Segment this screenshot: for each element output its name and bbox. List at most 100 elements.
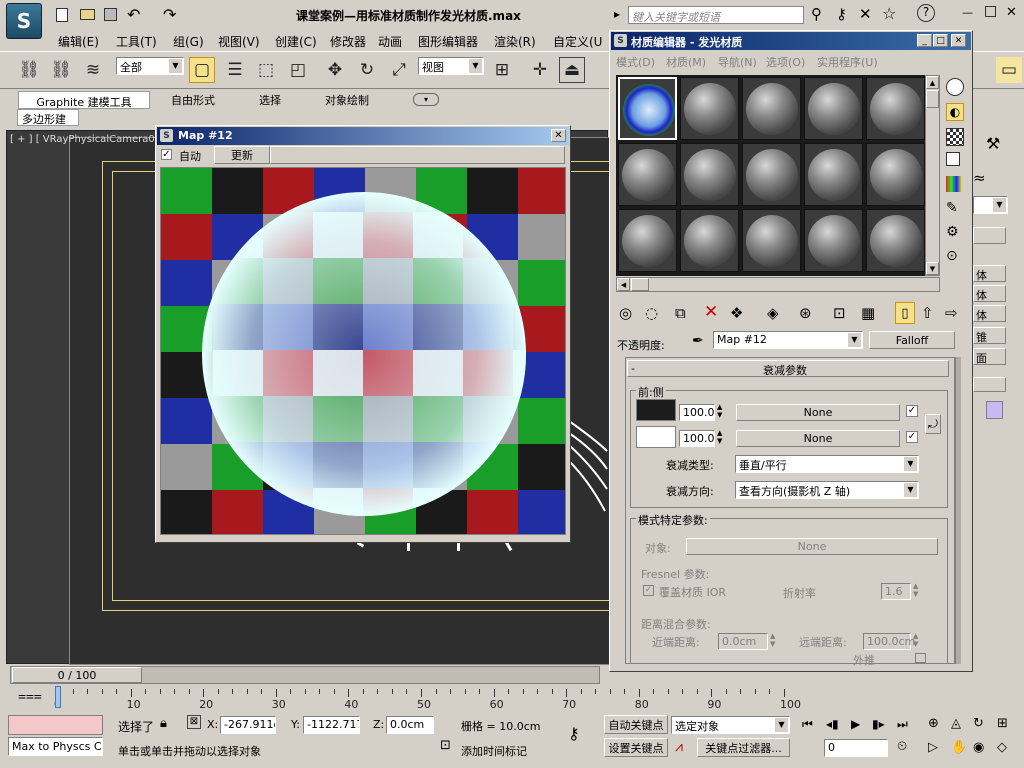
move-icon[interactable]: ✥	[322, 57, 348, 83]
viewport-label[interactable]: [ + ] [ VRayPhysicalCamera01 ]	[10, 134, 168, 145]
minimize-button[interactable]: —	[962, 6, 973, 19]
color-swatch[interactable]	[986, 401, 1003, 419]
rect-selection-icon[interactable]: ⬚	[253, 57, 279, 83]
lock-selection-icon[interactable]: 🔒︎	[160, 716, 167, 731]
front-map-button[interactable]: None	[736, 404, 900, 421]
maximize-viewport-icon[interactable]: ◇	[997, 740, 1007, 755]
cmd-button-1[interactable]: 体	[973, 265, 1006, 282]
falloff-type-dropdown[interactable]: 垂直/平行 ▼	[735, 455, 919, 473]
x-coord-field[interactable]: -267.911cr	[220, 716, 276, 734]
menu-graph-editors[interactable]: 图形编辑器	[418, 33, 478, 50]
put-to-library-icon[interactable]: ⊛	[799, 304, 812, 322]
help-icon[interactable]: ?	[917, 4, 935, 22]
extrapolate-checkbox[interactable]	[915, 653, 926, 663]
sample-slot[interactable]	[804, 77, 863, 140]
mat-menu-material[interactable]: 材质(M)	[666, 54, 706, 70]
falloff-direction-dropdown[interactable]: 查看方向(摄影机 Z 轴) ▼	[735, 481, 919, 499]
scroll-down-icon[interactable]: ▼	[926, 262, 939, 275]
menu-render[interactable]: 渲染(R)	[494, 33, 536, 50]
menu-customize[interactable]: 自定义(U	[553, 33, 602, 50]
select-by-material-icon[interactable]: ⊙	[946, 248, 958, 264]
far-spinner-icon[interactable]: ▲ ▼	[913, 632, 918, 648]
new-file-icon[interactable]	[56, 8, 68, 22]
maximize-button[interactable]: □	[984, 3, 997, 19]
material-id-icon[interactable]: ⊡	[833, 304, 846, 322]
far-distance-field[interactable]: 100.0cm	[863, 633, 915, 650]
zoom-icon[interactable]: ⊕	[928, 716, 939, 731]
front-amount-field[interactable]: 100.0	[679, 404, 715, 421]
cmd-button-blank2[interactable]	[973, 377, 1006, 392]
object-pick-button[interactable]: None	[686, 538, 938, 555]
save-icon[interactable]	[104, 8, 117, 21]
slots-hscrollbar[interactable]: ◀	[616, 277, 940, 292]
z-coord-field[interactable]: 0.0cm	[386, 716, 434, 734]
set-key-button[interactable]: 设置关键点	[604, 738, 668, 757]
app-logo-icon[interactable]: S	[6, 3, 42, 39]
bind-spacewarp-icon[interactable]: ≋	[80, 57, 106, 83]
sample-slot[interactable]	[742, 209, 801, 272]
menu-group[interactable]: 组(G)	[173, 33, 204, 50]
field-of-view-icon[interactable]: ▷	[928, 740, 938, 755]
selection-set-dropdown[interactable]: 选定对象 ▼	[671, 716, 790, 734]
pivot-icon[interactable]: ⊞	[489, 57, 515, 83]
menu-view[interactable]: 视图(V)	[218, 33, 260, 50]
sample-slot[interactable]	[618, 143, 677, 206]
mat-menu-mode[interactable]: 模式(D)	[616, 54, 655, 70]
side-map-button[interactable]: None	[736, 430, 900, 447]
side-color-swatch[interactable]	[636, 426, 676, 448]
play-icon[interactable]: ▶	[851, 717, 860, 731]
snap-icon[interactable]: ▭	[996, 57, 1022, 83]
get-material-icon[interactable]: ◎	[619, 304, 632, 322]
map-name-dropdown[interactable]: Map #12 ▼	[713, 331, 863, 349]
close-button[interactable]: ✕	[1006, 5, 1017, 20]
options-icon[interactable]: ⚙	[946, 224, 959, 240]
absolute-mode-icon[interactable]: ⊠	[187, 715, 201, 729]
window-crossing-icon[interactable]: ◰	[285, 57, 311, 83]
sample-slot[interactable]	[804, 209, 863, 272]
ref-coord-dropdown[interactable]: 视图 ▼	[418, 57, 484, 75]
redo-icon[interactable]: ↷	[163, 5, 176, 24]
near-spinner-icon[interactable]: ▲ ▼	[770, 632, 775, 648]
sample-slot[interactable]	[804, 143, 863, 206]
time-slider[interactable]: 0 / 100	[0, 664, 1024, 686]
sample-slot[interactable]	[742, 143, 801, 206]
sample-slot[interactable]	[866, 77, 925, 140]
uv-tiling-icon[interactable]	[946, 152, 960, 166]
swap-colors-icon[interactable]: ⤾	[925, 414, 941, 434]
falloff-rollout-header[interactable]: - 衰减参数	[627, 360, 949, 377]
maxscript-mini-field[interactable]: Max to Physcs C	[8, 737, 103, 756]
background-checker-icon[interactable]	[946, 128, 964, 146]
open-file-icon[interactable]	[80, 9, 95, 20]
unique-icon[interactable]: ◈	[767, 304, 779, 322]
track-bar[interactable]: ⩶ 0102030405060708090100	[0, 686, 801, 714]
ribbon-tab-selection[interactable]: 选择	[259, 92, 281, 108]
eyedropper-icon[interactable]: ✒	[692, 333, 704, 349]
prev-frame-icon[interactable]: ◂▮	[826, 717, 839, 731]
add-time-tag-icon[interactable]: ⊡	[440, 738, 451, 753]
mat-menu-options[interactable]: 选项(O)	[766, 54, 805, 70]
add-time-tag[interactable]: 添加时间标记	[461, 743, 527, 759]
selection-filter-dropdown[interactable]: 全部 ▼	[116, 57, 184, 75]
front-map-checkbox[interactable]: ✓	[906, 405, 918, 417]
walk-through-icon[interactable]: ◉	[973, 740, 984, 755]
cmd-dropdown[interactable]: ▼	[973, 196, 1008, 214]
backlight-icon[interactable]: ◐	[946, 103, 964, 121]
side-amount-field[interactable]: 100.0	[679, 430, 715, 447]
ior-field[interactable]: 1.6	[881, 583, 911, 600]
zoom-extents-icon[interactable]: ⊞	[997, 716, 1008, 731]
tools-icon[interactable]: ✕	[859, 5, 872, 23]
select-object-icon[interactable]: ▢	[189, 57, 215, 83]
sample-slot[interactable]	[680, 209, 739, 272]
front-color-swatch[interactable]	[636, 399, 676, 421]
scale-icon[interactable]: ⤢	[386, 57, 412, 83]
scroll-thumb[interactable]	[926, 90, 939, 108]
key-filters-button[interactable]: 关键点过滤器...	[697, 738, 790, 757]
menu-edit[interactable]: 编辑(E)	[58, 33, 99, 50]
hammer-icon[interactable]: ⚒	[986, 134, 1000, 153]
maxscript-listener-field[interactable]	[8, 715, 103, 735]
cmd-button-3[interactable]: 体	[973, 305, 1006, 322]
sample-slot[interactable]	[742, 77, 801, 140]
cmd-button-5[interactable]: 面	[973, 348, 1006, 365]
menu-tools[interactable]: 工具(T)	[116, 33, 157, 50]
sample-slot[interactable]	[680, 143, 739, 206]
